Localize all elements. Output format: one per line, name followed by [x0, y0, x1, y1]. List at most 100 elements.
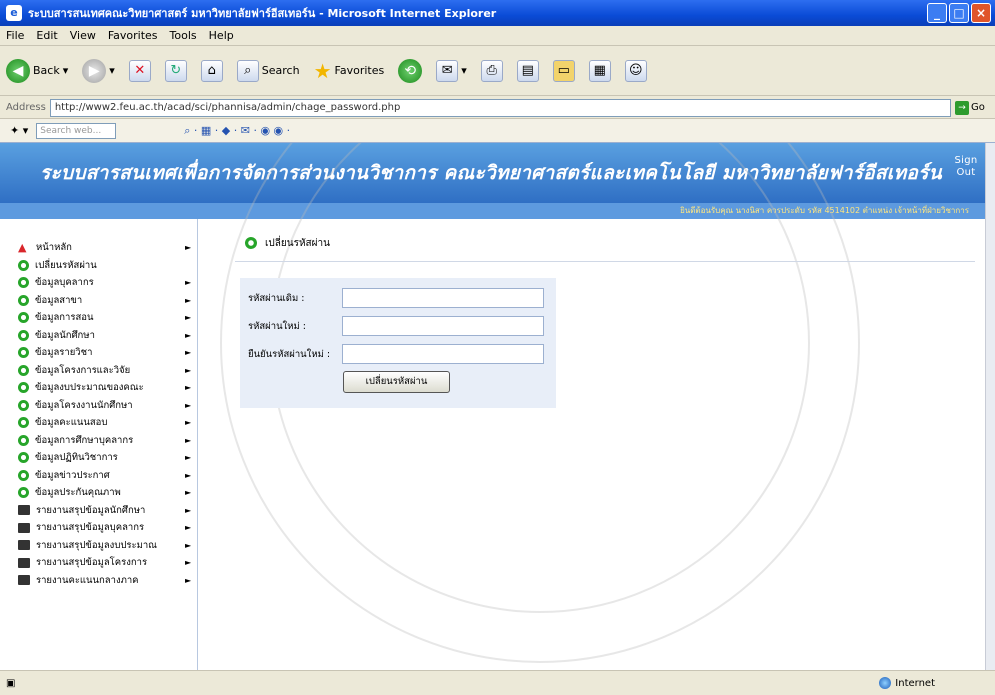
mail-icon: ✉	[436, 59, 459, 82]
sidebar-item-label: ข้อมูลโครงการและวิจัย	[35, 364, 131, 376]
chevron-right-icon: ►	[185, 488, 192, 498]
confirm-password-row: ยืนยันรหัสผ่านใหม่ :	[240, 340, 556, 368]
sidebar-item-label: ข้อมูลปฏิทินวิชาการ	[35, 452, 118, 464]
research-icon: ▦	[588, 59, 611, 82]
new-password-label: รหัสผ่านใหม่ :	[248, 320, 306, 332]
go-button[interactable]: → Go	[955, 100, 995, 115]
chevron-right-icon: ►	[185, 365, 192, 375]
maximize-button[interactable]: □	[949, 3, 969, 23]
sidebar-item[interactable]: รายงานสรุปข้อมูลบุคลากร ►	[0, 519, 197, 537]
back-button[interactable]: ◀ Back ▾	[6, 58, 68, 83]
sidebar-item[interactable]: รายงานคะแนนกลางภาค ►	[0, 572, 197, 590]
menu-tools[interactable]: Tools	[170, 29, 197, 42]
forward-button[interactable]: ▶ ▾	[82, 58, 115, 83]
chevron-right-icon: ►	[185, 575, 192, 585]
sidebar-item[interactable]: ข้อมูลโครงงานนักศึกษา ►	[0, 397, 197, 415]
page-icon: ▣	[6, 677, 16, 689]
change-password-button[interactable]: เปลี่ยนรหัสผ่าน	[343, 371, 450, 393]
sidebar-item[interactable]: ▲ หน้าหลัก ►	[0, 239, 197, 257]
sidebar-item[interactable]: ข้อมูลการสอน ►	[0, 309, 197, 327]
old-password-field[interactable]	[342, 288, 544, 308]
chevron-right-icon: ►	[185, 330, 192, 340]
sidebar-item-label: รายงานสรุปข้อมูลนักศึกษา	[36, 504, 146, 516]
page-content: ระบบสารสนเทศเพื่อการจัดการส่วนงานวิชาการ…	[0, 143, 985, 670]
sidebar-item[interactable]: ข้อมูลบุคลากร ►	[0, 274, 197, 292]
book-icon	[18, 557, 30, 568]
status-bar: ▣ Internet	[0, 670, 995, 695]
sidebar-item[interactable]: ข้อมูลปฏิทินวิชาการ ►	[0, 449, 197, 467]
menu-view[interactable]: View	[70, 29, 96, 42]
close-button[interactable]: ×	[971, 3, 991, 23]
refresh-button[interactable]: ↻	[164, 59, 187, 82]
favorites-button[interactable]: ★ Favorites	[314, 59, 385, 83]
home-button[interactable]: ⌂	[200, 59, 223, 82]
search-button[interactable]: ⌕ Search	[236, 59, 300, 82]
sidebar-item[interactable]: ข้อมูลคะแนนสอบ ►	[0, 414, 197, 432]
confirm-password-label: ยืนยันรหัสผ่านใหม่ :	[248, 348, 331, 360]
chevron-right-icon: ►	[185, 558, 192, 568]
research-button[interactable]: ▦	[588, 59, 611, 82]
history-button[interactable]: ⟲	[398, 58, 423, 83]
sidebar-item[interactable]: รายงานสรุปข้อมูลโครงการ ►	[0, 554, 197, 572]
sidebar-item[interactable]: รายงานสรุปข้อมูลนักศึกษา ►	[0, 502, 197, 520]
edit-icon: ▤	[516, 59, 539, 82]
toolbar: ◀ Back ▾ ▶ ▾ ✕ ↻ ⌂ ⌕ Search ★ Favorites ⟲ ✉…	[0, 46, 995, 96]
search-tools-icons[interactable]: ⌕ · ▦ · ◆ · ✉ · ◉ ◉ ·	[184, 124, 290, 138]
sidebar-item-label: ข้อมูลโครงงานนักศึกษา	[35, 399, 133, 411]
sidebar-item[interactable]: ข้อมูลโครงการและวิจัย ►	[0, 362, 197, 380]
sidebar-item[interactable]: รายงานสรุปข้อมูลงบประมาณ ►	[0, 537, 197, 555]
sidebar-item[interactable]: ข้อมูลการศึกษาบุคลากร ►	[0, 432, 197, 450]
menu-favorites[interactable]: Favorites	[108, 29, 158, 42]
chevron-right-icon: ►	[185, 418, 192, 428]
sidebar-item[interactable]: เปลี่ยนรหัสผ่าน	[0, 257, 197, 275]
search-web-input[interactable]: Search web...	[36, 122, 117, 139]
zone-indicator: Internet	[879, 677, 935, 689]
book-icon	[18, 522, 30, 533]
new-password-field[interactable]	[342, 316, 544, 336]
sidebar-item-label: ข้อมูลการสอน	[35, 312, 94, 324]
circle-icon	[18, 487, 29, 499]
sidebar-item[interactable]: ข้อมูลข่าวประกาศ ►	[0, 467, 197, 485]
circle-icon	[18, 452, 29, 464]
sidebar-item[interactable]: ข้อมูลรายวิชา ►	[0, 344, 197, 362]
history-icon: ⟲	[398, 58, 423, 83]
sidebar-item-label: รายงานสรุปข้อมูลโครงการ	[36, 557, 148, 569]
menu-edit[interactable]: Edit	[36, 29, 57, 42]
menu-help[interactable]: Help	[209, 29, 234, 42]
stop-icon: ✕	[128, 59, 151, 82]
browser-window: e ระบบสารสนเทศคณะวิทยาศาสตร์ มหาวิทยาลัย…	[0, 0, 995, 695]
chevron-right-icon: ►	[185, 278, 192, 288]
address-input[interactable]: http://www2.feu.ac.th/acad/sci/phannisa/…	[49, 98, 951, 117]
folder-button[interactable]: ▭	[552, 59, 575, 82]
sidebar-item-label: ข้อมูลคะแนนสอบ	[35, 417, 108, 429]
edit-button[interactable]: ▤	[516, 59, 539, 82]
circle-icon	[18, 329, 29, 341]
sidebar-item[interactable]: ข้อมูลประกันคุณภาพ ►	[0, 484, 197, 502]
search-logo-icon: ✦ ▾	[10, 124, 29, 137]
vertical-scrollbar[interactable]	[985, 143, 995, 670]
print-button[interactable]: ⎙	[480, 59, 503, 82]
star-icon: ★	[313, 58, 332, 83]
sidebar-item[interactable]: ข้อมูลงบประมาณของคณะ ►	[0, 379, 197, 397]
refresh-icon: ↻	[164, 59, 187, 82]
menu-file[interactable]: File	[6, 29, 24, 42]
sidebar-item[interactable]: ข้อมูลนักศึกษา ►	[0, 327, 197, 345]
minimize-button[interactable]: _	[927, 3, 947, 23]
chevron-right-icon: ►	[185, 435, 192, 445]
confirm-password-field[interactable]	[342, 344, 544, 364]
sidebar-item[interactable]: ข้อมูลสาขา ►	[0, 292, 197, 310]
book-icon	[18, 505, 30, 516]
stop-button[interactable]: ✕	[128, 59, 151, 82]
sidebar-item-label: รายงานสรุปข้อมูลบุคลากร	[36, 522, 145, 534]
sign-out-link[interactable]: Sign Out	[953, 155, 979, 179]
circle-icon	[18, 312, 29, 324]
sidebar-item-label: ข้อมูลบุคลากร	[35, 277, 94, 289]
new-password-row: รหัสผ่านใหม่ :	[240, 312, 556, 340]
sidebar-item-label: ข้อมูลประกันคุณภาพ	[35, 487, 121, 499]
change-password-form: รหัสผ่านเดิม : รหัสผ่านใหม่ : ยืนยันรหัส…	[240, 278, 556, 408]
messenger-button[interactable]: ☺	[624, 59, 647, 82]
forward-arrow-icon: ▶	[82, 58, 107, 83]
chevron-right-icon: ►	[185, 348, 192, 358]
mail-button[interactable]: ✉ ▾	[436, 59, 467, 82]
print-icon: ⎙	[480, 59, 503, 82]
